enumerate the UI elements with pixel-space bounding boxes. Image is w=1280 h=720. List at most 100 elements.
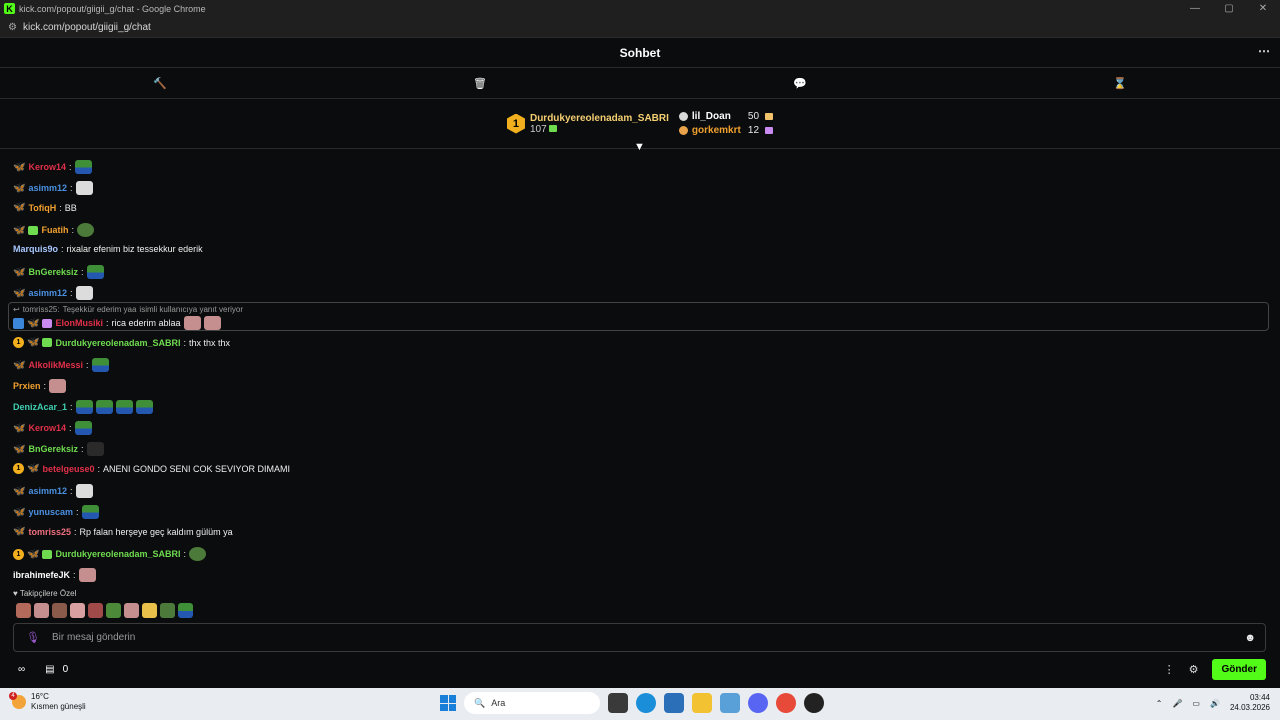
username[interactable]: ibrahimefeJK: [13, 570, 70, 580]
emote[interactable]: [106, 603, 121, 618]
settings-gear-icon[interactable]: ⚙: [1189, 663, 1199, 676]
chat-message[interactable]: Marquis9o: rixalar efenim biz tessekkur …: [13, 244, 203, 254]
emote[interactable]: [52, 603, 67, 618]
clock[interactable]: 03:44 24.03.2026: [1230, 693, 1270, 713]
send-button[interactable]: Gönder: [1212, 658, 1266, 680]
task-view-icon[interactable]: [608, 693, 628, 713]
hammer-icon[interactable]: 🔨: [0, 77, 320, 90]
username[interactable]: TofiqH: [28, 203, 56, 213]
username[interactable]: Prxien: [13, 381, 41, 391]
microphone-icon[interactable]: 🎙: [26, 631, 40, 644]
message-input-placeholder: Bir mesaj gönderin: [51, 632, 136, 643]
chat-message[interactable]: 🦋 asimm12:: [13, 286, 93, 300]
message-text: thx thx thx: [189, 337, 231, 348]
username[interactable]: BnGereksiz: [28, 444, 78, 454]
username[interactable]: Kerow14: [28, 162, 66, 172]
leaderboard-first[interactable]: 1 Durdukyereolenadam_SABRI 107: [506, 113, 669, 135]
kick-badge-icon: [13, 317, 24, 329]
username[interactable]: betelgeuse0: [42, 464, 94, 474]
leaderboard-second-name: lil_Doan: [691, 111, 731, 122]
chat-message[interactable]: ibrahimefeJK:: [13, 568, 96, 582]
close-button[interactable]: ✕: [1246, 0, 1280, 17]
folder-icon[interactable]: [692, 693, 712, 713]
reply-original-text: Teşekkür ederim yaa: [62, 305, 137, 314]
message-text: BB: [64, 202, 77, 213]
emote[interactable]: [160, 603, 175, 618]
window-title: kick.com/popout/giigii_g/chat - Google C…: [19, 3, 206, 14]
volume-icon[interactable]: 🔊: [1210, 699, 1220, 708]
leaderboard-second[interactable]: lil_Doan 50: [678, 111, 774, 122]
chat-message[interactable]: Prxien:: [13, 379, 67, 393]
more-options-icon[interactable]: ⋯: [1258, 44, 1270, 58]
chat-message[interactable]: DenizAcar_1:: [13, 400, 153, 414]
obs-icon[interactable]: [804, 693, 824, 713]
username[interactable]: Durdukyereolenadam_SABRI: [55, 549, 180, 559]
chat-message[interactable]: 🦋 yunuscam:: [13, 505, 99, 519]
chat-message[interactable]: 1 🦋 Durdukyereolenadam_SABRI:: [13, 547, 207, 561]
leaderboard-third-count: 12: [747, 125, 760, 136]
store-app-icon[interactable]: [664, 693, 684, 713]
chrome-icon[interactable]: [776, 693, 796, 713]
emoji-icon[interactable]: ☻: [1244, 632, 1256, 644]
username[interactable]: asimm12: [28, 486, 67, 496]
leaderboard-third-name: gorkemkrt: [691, 125, 741, 136]
weather-widget[interactable]: 4 16°C Kısmen güneşli: [9, 692, 86, 712]
chat-message[interactable]: 🦋 BnGereksiz:: [13, 442, 104, 456]
message-text: ANENI GONDO SENI COK SEVIYOR DIMAMI: [103, 463, 291, 474]
points-icon[interactable]: ∞: [18, 664, 25, 675]
microphone-tray-icon[interactable]: 🎤: [1172, 699, 1182, 708]
username[interactable]: ElonMusiki: [55, 318, 103, 328]
bronze-medal-icon: [678, 126, 688, 135]
chat-message[interactable]: 🦋 Fuatih:: [13, 223, 94, 237]
username[interactable]: Fuatih: [41, 225, 68, 235]
chat-bubble-icon[interactable]: 💬: [640, 77, 960, 90]
chat-message[interactable]: 🦋 AlkolikMessi:: [13, 358, 109, 372]
minimize-button[interactable]: —: [1178, 0, 1212, 17]
weather-sun-icon: 4: [9, 692, 26, 709]
more-vertical-icon[interactable]: ⋮: [1164, 663, 1175, 676]
leaderboard-third[interactable]: gorkemkrt 12: [678, 125, 774, 136]
hourglass-icon[interactable]: ⌛: [960, 77, 1280, 90]
chat-message[interactable]: 🦋 BnGereksiz:: [13, 265, 104, 279]
username[interactable]: Kerow14: [28, 423, 66, 433]
windows-start-icon[interactable]: [440, 695, 456, 711]
chat-message[interactable]: 🦋 asimm12:: [13, 484, 93, 498]
chat-message[interactable]: 🦋 tomriss25: Rp falan herşeye geç kaldım …: [13, 526, 233, 537]
username[interactable]: tomriss25: [28, 527, 71, 537]
chat-message[interactable]: 🦋 Kerow14:: [13, 160, 92, 174]
emote[interactable]: [178, 603, 193, 618]
username[interactable]: AlkolikMessi: [28, 360, 83, 370]
network-icon[interactable]: ▭: [1192, 699, 1200, 708]
username[interactable]: asimm12: [28, 183, 67, 193]
chevron-up-icon[interactable]: ⌃: [1156, 699, 1163, 708]
chat-message[interactable]: 🦋 TofiqH: BB: [13, 202, 77, 213]
address-bar[interactable]: ⚙ kick.com/popout/giigii_g/chat: [0, 17, 1280, 38]
username[interactable]: BnGereksiz: [28, 267, 78, 277]
trash-icon[interactable]: 🗑: [320, 77, 640, 90]
chat-message[interactable]: 1 🦋 Durdukyereolenadam_SABRI: thx thx thx: [13, 337, 230, 348]
edge-icon[interactable]: [636, 693, 656, 713]
emote[interactable]: [88, 603, 103, 618]
message-input[interactable]: 🎙 Bir mesaj gönderin ☻: [13, 623, 1266, 652]
username[interactable]: DenizAcar_1: [13, 402, 67, 412]
username[interactable]: yunuscam: [28, 507, 73, 517]
emote[interactable]: [34, 603, 49, 618]
taskbar-search[interactable]: 🔍 Ara: [464, 692, 600, 714]
site-settings-icon[interactable]: ⚙: [8, 22, 17, 33]
discord-icon[interactable]: [748, 693, 768, 713]
store-icon[interactable]: ▤: [45, 664, 54, 675]
emote[interactable]: [124, 603, 139, 618]
chat-message[interactable]: 1 🦋 betelgeuse0: ANENI GONDO SENI COK SEVI…: [13, 463, 290, 474]
settings-app-icon[interactable]: [720, 693, 740, 713]
chat-message[interactable]: 🦋 Kerow14:: [13, 421, 92, 435]
maximize-button[interactable]: ▢: [1212, 0, 1246, 17]
pepe-emote: [115, 400, 133, 414]
chat-message[interactable]: 🦋 asimm12:: [13, 181, 93, 195]
emote[interactable]: [70, 603, 85, 618]
username[interactable]: asimm12: [28, 288, 67, 298]
username[interactable]: Marquis9o: [13, 244, 58, 254]
emote[interactable]: [16, 603, 31, 618]
emote[interactable]: [142, 603, 157, 618]
username[interactable]: Durdukyereolenadam_SABRI: [55, 338, 180, 348]
chat-message[interactable]: 🦋 ElonMusiki: rica ederim ablaa: [13, 316, 221, 330]
